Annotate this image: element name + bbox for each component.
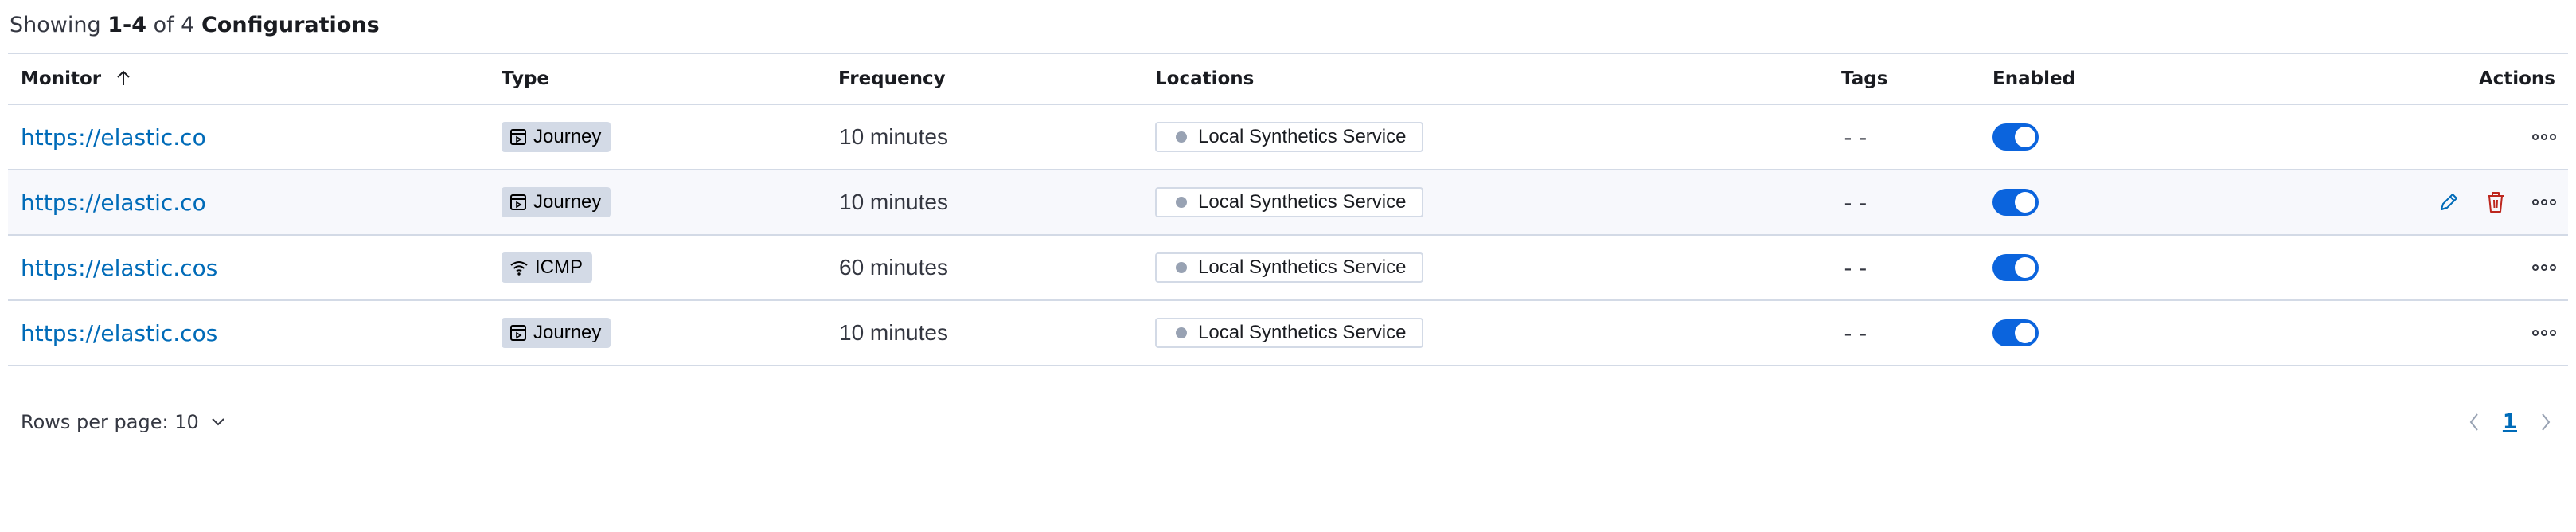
location-label: Local Synthetics Service [1198, 322, 1407, 343]
location-status-dot [1176, 262, 1187, 273]
monitor-type-badge: Journey [502, 122, 611, 152]
location-label: Local Synthetics Service [1198, 256, 1407, 278]
table-row: https://elastic.cos ICMP 60 minutes Local S… [8, 236, 2568, 301]
rows-per-page-button[interactable]: Rows per page: 10 [21, 398, 226, 446]
monitor-link[interactable]: https://elastic.cos [21, 320, 217, 346]
monitor-tags: -- [1841, 254, 1872, 281]
summary-range: 1-4 [107, 13, 146, 37]
location-label: Local Synthetics Service [1198, 126, 1407, 147]
toggle-knob [2015, 323, 2035, 343]
more-actions-button[interactable] [2531, 264, 2557, 272]
enabled-toggle[interactable] [1992, 319, 2039, 346]
location-status-dot [1176, 131, 1187, 143]
table-row: https://elastic.cos Journey 10 minutes Loca… [8, 301, 2568, 366]
more-actions-icon [2532, 264, 2556, 271]
wifi-icon [510, 261, 528, 276]
column-header-enabled: Enabled [1992, 68, 2076, 89]
trash-icon [2488, 192, 2504, 213]
column-header-type: Type [502, 68, 550, 89]
summary-prefix: Showing [10, 13, 101, 37]
more-actions-button[interactable] [2531, 133, 2557, 141]
monitor-link[interactable]: https://elastic.co [21, 190, 206, 216]
location-badge: Local Synthetics Service [1155, 252, 1424, 283]
summary-noun: Configurations [201, 13, 380, 37]
chevron-down-icon [212, 418, 224, 426]
enabled-toggle[interactable] [1992, 123, 2039, 151]
monitor-type-badge: Journey [502, 318, 611, 348]
pencil-icon [2441, 194, 2457, 210]
table-pagination: Rows per page: 10 1 [8, 398, 2568, 446]
edit-monitor-button[interactable] [2437, 191, 2460, 213]
monitor-link[interactable]: https://elastic.co [21, 124, 206, 151]
monitor-link[interactable]: https://elastic.cos [21, 255, 217, 281]
column-header-frequency: Frequency [838, 68, 946, 89]
monitor-type-badge: ICMP [502, 252, 592, 283]
results-summary: Showing 1-4 of 4 Configurations [10, 10, 380, 41]
more-actions-button[interactable] [2531, 198, 2557, 206]
delete-monitor-button[interactable] [2485, 190, 2506, 214]
row-actions [2531, 236, 2557, 299]
row-actions [2531, 301, 2557, 365]
page-controls: 1 [2468, 398, 2552, 446]
monitor-frequency: 10 minutes [839, 124, 948, 149]
toggle-knob [2015, 257, 2035, 278]
row-actions [2437, 170, 2557, 234]
enabled-toggle[interactable] [1992, 254, 2039, 281]
rows-per-page-label: Rows per page: 10 [21, 411, 199, 433]
column-header-monitor-label: Monitor [21, 68, 102, 89]
toggle-knob [2015, 127, 2035, 147]
location-status-dot [1176, 327, 1187, 338]
monitor-type-label: Journey [533, 322, 602, 343]
table-header: Monitor Type Frequency Locations Tags En… [8, 53, 2568, 105]
row-actions [2531, 105, 2557, 169]
table-row: https://elastic.co Journey 10 minutes Local… [8, 170, 2568, 236]
more-actions-icon [2532, 330, 2556, 336]
monitor-type-badge: Journey [502, 187, 611, 217]
location-badge: Local Synthetics Service [1155, 122, 1424, 152]
location-badge: Local Synthetics Service [1155, 318, 1424, 348]
more-actions-icon [2532, 199, 2556, 205]
sort-ascending-icon [117, 70, 130, 85]
enabled-toggle[interactable] [1992, 189, 2039, 216]
monitor-tags: -- [1841, 123, 1872, 151]
journey-icon [510, 325, 526, 341]
column-header-actions: Actions [2478, 68, 2555, 89]
column-header-tags: Tags [1841, 68, 1888, 89]
monitor-frequency: 10 minutes [839, 320, 948, 345]
chevron-right-icon[interactable] [2539, 412, 2552, 432]
location-badge: Local Synthetics Service [1155, 187, 1424, 217]
monitor-frequency: 60 minutes [839, 255, 948, 280]
monitor-type-label: Journey [533, 126, 602, 147]
more-actions-icon [2532, 134, 2556, 140]
monitors-table: Monitor Type Frequency Locations Tags En… [8, 53, 2568, 366]
location-label: Local Synthetics Service [1198, 191, 1407, 213]
toggle-knob [2015, 192, 2035, 213]
more-actions-button[interactable] [2531, 329, 2557, 337]
monitor-frequency: 10 minutes [839, 190, 948, 214]
chevron-left-icon[interactable] [2468, 412, 2480, 432]
monitor-type-label: Journey [533, 191, 602, 213]
journey-icon [510, 129, 526, 145]
monitor-tags: -- [1841, 319, 1872, 346]
table-row: https://elastic.co Journey 10 minutes Local… [8, 105, 2568, 170]
monitor-type-label: ICMP [535, 256, 583, 278]
column-header-locations: Locations [1155, 68, 1255, 89]
monitor-tags: -- [1841, 189, 1872, 216]
column-header-monitor[interactable]: Monitor [21, 54, 131, 104]
page-button-1[interactable]: 1 [2503, 410, 2517, 434]
location-status-dot [1176, 197, 1187, 208]
journey-icon [510, 194, 526, 210]
summary-total: of 4 [153, 13, 195, 37]
